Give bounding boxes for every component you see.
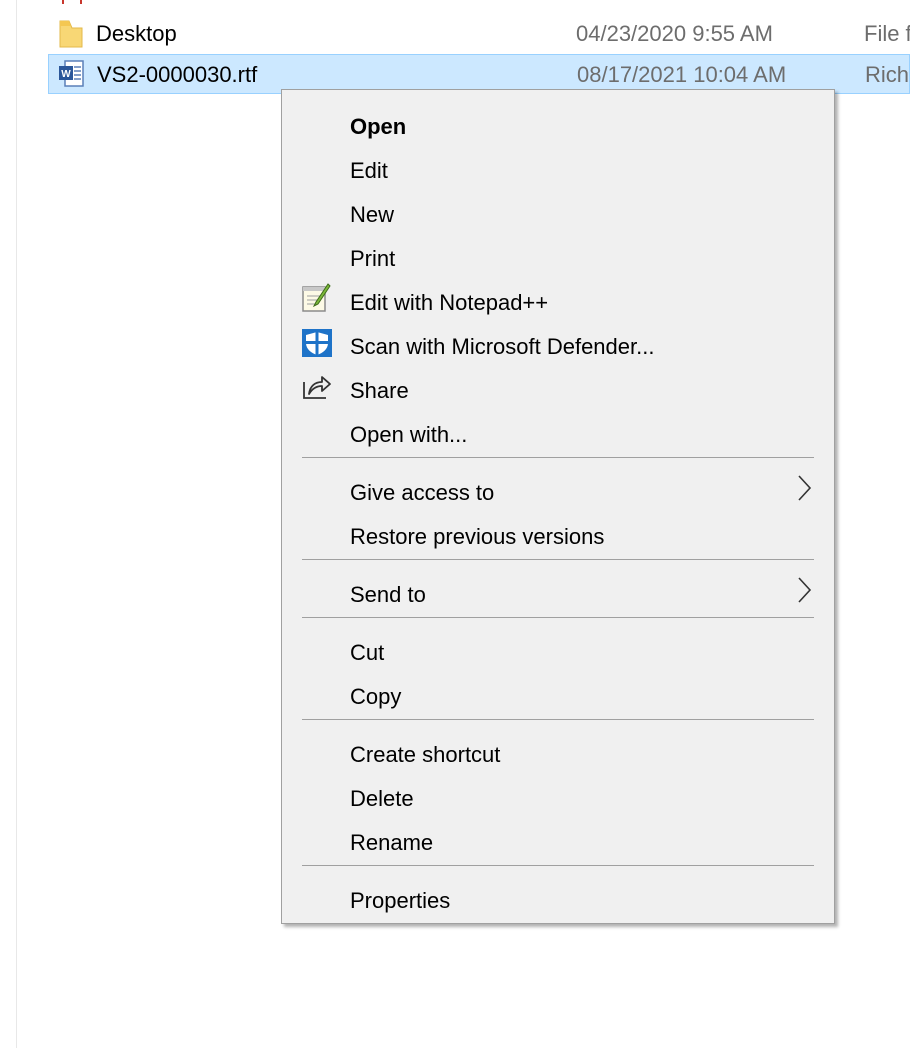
chevron-right-icon xyxy=(794,576,814,604)
menu-item-open-with[interactable]: Open with... xyxy=(282,406,834,450)
folder-icon xyxy=(56,18,86,48)
menu-item-create-shortcut[interactable]: Create shortcut xyxy=(282,726,834,770)
menu-item-edit-with-notepad[interactable]: Edit with Notepad++ xyxy=(282,274,834,318)
share-icon xyxy=(300,370,332,402)
menu-item-delete[interactable]: Delete xyxy=(282,770,834,814)
context-menu: Open Edit New Print Edit with Notepad++ … xyxy=(281,89,835,924)
defender-shield-icon xyxy=(300,326,332,358)
file-list: Desktop 04/23/2020 9:55 AM File f W VS2-… xyxy=(48,0,910,100)
menu-item-give-access-to[interactable]: Give access to xyxy=(282,464,834,508)
file-row-partial[interactable] xyxy=(48,0,910,10)
menu-item-rename[interactable]: Rename xyxy=(282,814,834,858)
file-explorer-window: Desktop 04/23/2020 9:55 AM File f W VS2-… xyxy=(0,0,910,1048)
file-type: Rich xyxy=(865,62,910,87)
chevron-right-icon xyxy=(794,474,814,502)
menu-item-new[interactable]: New xyxy=(282,186,834,230)
menu-item-send-to[interactable]: Send to xyxy=(282,566,834,610)
menu-separator xyxy=(302,719,814,720)
file-name: Desktop xyxy=(96,21,177,46)
menu-item-cut[interactable]: Cut xyxy=(282,624,834,668)
menu-separator xyxy=(302,865,814,866)
menu-item-scan-defender[interactable]: Scan with Microsoft Defender... xyxy=(282,318,834,362)
menu-separator xyxy=(302,559,814,560)
menu-item-share[interactable]: Share xyxy=(282,362,834,406)
file-row-selected[interactable]: W VS2-0000030.rtf 08/17/2021 10:04 AM Ri… xyxy=(48,54,910,94)
navigation-pane-divider xyxy=(16,0,17,1048)
menu-item-copy[interactable]: Copy xyxy=(282,668,834,712)
svg-text:W: W xyxy=(61,69,71,80)
file-date-modified: 08/17/2021 10:04 AM xyxy=(577,62,787,87)
file-row-desktop[interactable]: Desktop 04/23/2020 9:55 AM File f xyxy=(48,14,910,54)
notepad-plus-plus-icon xyxy=(300,282,332,314)
menu-item-properties[interactable]: Properties xyxy=(282,872,834,916)
file-name: VS2-0000030.rtf xyxy=(97,62,258,87)
pdf-icon xyxy=(56,0,86,9)
menu-item-edit[interactable]: Edit xyxy=(282,142,834,186)
menu-item-print[interactable]: Print xyxy=(282,230,834,274)
file-type: File f xyxy=(864,21,910,46)
word-document-icon: W xyxy=(57,59,87,89)
menu-item-open[interactable]: Open xyxy=(282,98,834,142)
menu-item-restore-previous-versions[interactable]: Restore previous versions xyxy=(282,508,834,552)
file-date-modified: 04/23/2020 9:55 AM xyxy=(576,21,773,46)
menu-separator xyxy=(302,617,814,618)
menu-separator xyxy=(302,457,814,458)
